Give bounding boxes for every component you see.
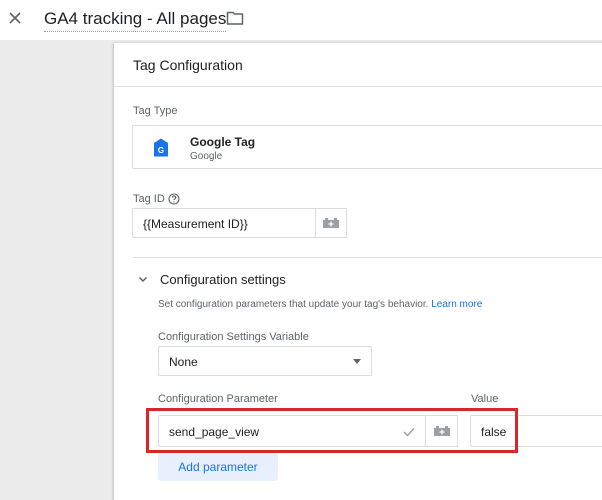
dropdown-arrow-icon [353, 359, 361, 364]
variable-picker-icon [323, 218, 339, 228]
add-parameter-button[interactable]: Add parameter [158, 453, 278, 481]
chevron-down-icon[interactable] [137, 273, 149, 285]
learn-more-link[interactable]: Learn more [431, 299, 482, 310]
description-text: Set configuration parameters that update… [158, 299, 429, 310]
tag-type-vendor: Google [190, 151, 223, 162]
config-variable-label: Configuration Settings Variable [158, 331, 309, 343]
panel-header: Tag Configuration [114, 43, 602, 87]
help-icon[interactable] [168, 193, 180, 205]
section-divider [133, 257, 602, 258]
tag-type-card[interactable]: G Google Tag Google [132, 125, 602, 169]
tag-configuration-panel: Tag Configuration Tag Type G Google Tag … [114, 43, 602, 500]
parameter-name-value: send_page_view [169, 425, 260, 439]
value-column-header: Value [471, 393, 499, 405]
tag-id-input[interactable]: {{Measurement ID}} [132, 208, 316, 238]
tag-type-name: Google Tag [190, 135, 256, 149]
check-icon [403, 428, 415, 437]
folder-icon[interactable] [226, 10, 244, 26]
add-parameter-label: Add parameter [178, 460, 258, 474]
tag-id-label: Tag ID [133, 193, 165, 205]
close-icon[interactable] [6, 9, 24, 27]
config-variable-selected: None [169, 355, 198, 369]
tag-id-variable-button[interactable] [315, 208, 347, 238]
svg-text:G: G [158, 146, 164, 155]
configuration-settings-title[interactable]: Configuration settings [160, 272, 286, 287]
parameter-value-input[interactable]: false [470, 415, 602, 447]
config-variable-select[interactable]: None [158, 346, 372, 376]
google-tag-icon: G [154, 138, 168, 157]
param-column-header: Configuration Parameter [158, 393, 278, 405]
tag-id-value: {{Measurement ID}} [143, 217, 248, 231]
top-bar: GA4 tracking - All pages [0, 0, 602, 40]
parameter-name-input[interactable]: send_page_view [158, 415, 426, 447]
panel-title: Tag Configuration [133, 57, 243, 73]
variable-picker-icon [433, 426, 450, 436]
tag-type-label: Tag Type [133, 105, 178, 117]
parameter-value: false [481, 425, 507, 439]
parameter-variable-button[interactable] [425, 415, 458, 447]
tag-name-input[interactable]: GA4 tracking - All pages [44, 8, 227, 32]
configuration-settings-description: Set configuration parameters that update… [158, 299, 482, 310]
